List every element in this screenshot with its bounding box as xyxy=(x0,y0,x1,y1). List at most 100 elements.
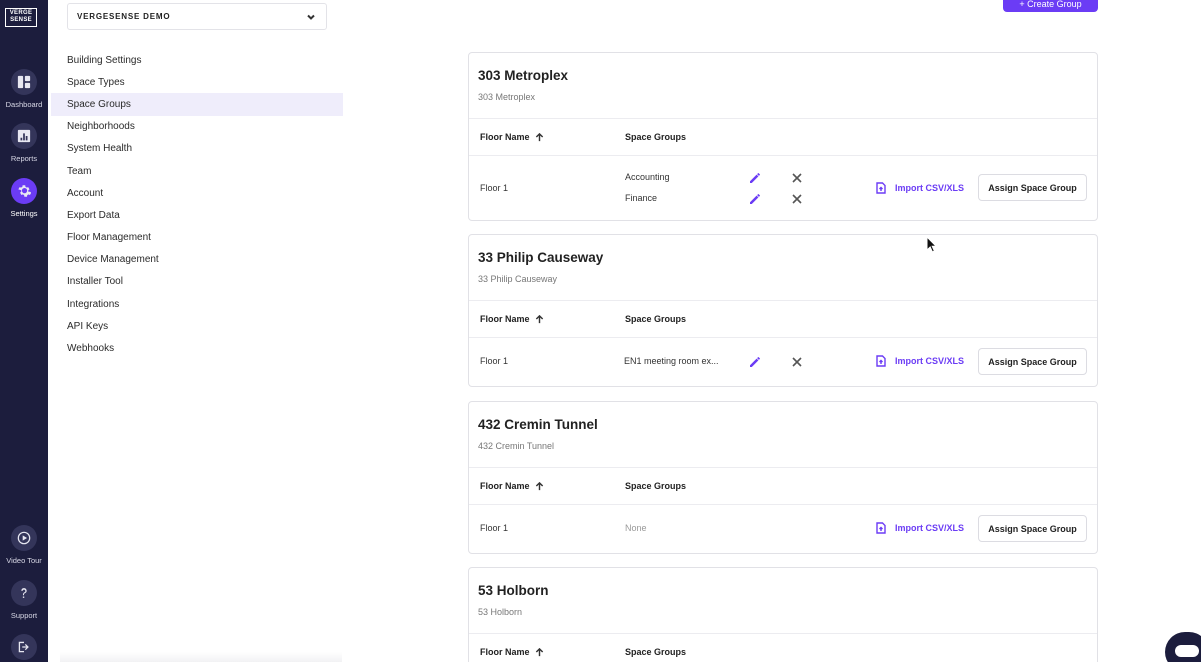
building-card: 303 Metroplex 303 Metroplex Floor Name S… xyxy=(468,52,1098,221)
floor-name: Floor 1 xyxy=(480,183,509,193)
arrow-up-icon xyxy=(535,132,543,141)
organization-name: VERGESENSE DEMO xyxy=(77,12,171,21)
floor-name-column-header[interactable]: Floor Name xyxy=(469,647,614,657)
remove-group-button[interactable] xyxy=(792,173,802,183)
nav-item-building-settings[interactable]: Building Settings xyxy=(51,49,343,71)
building-title: 303 Metroplex xyxy=(478,68,569,83)
rail-item-settings[interactable]: Settings xyxy=(0,178,48,218)
table-row: Floor 1 Accounting Finance Import CSV/XL… xyxy=(469,156,1097,220)
building-title: 432 Cremin Tunnel xyxy=(478,417,598,432)
rail-item-logout[interactable] xyxy=(0,634,48,660)
table-header: Floor Name Space Groups xyxy=(469,301,1097,338)
building-card: 432 Cremin Tunnel 432 Cremin Tunnel Floo… xyxy=(468,401,1098,554)
chevron-down-icon xyxy=(307,14,315,20)
rail-item-reports[interactable]: Reports xyxy=(0,123,48,163)
space-group-name: EN1 meeting room ex... xyxy=(624,356,719,366)
rail-label: Video Tour xyxy=(6,556,42,565)
building-title: 33 Philip Causeway xyxy=(478,250,604,265)
table-row: Floor 1 EN1 meeting room ex... Import CS… xyxy=(469,338,1097,386)
chat-widget-button[interactable] xyxy=(1165,632,1201,662)
building-subtitle: 53 Holborn xyxy=(478,607,523,617)
chat-icon xyxy=(1175,645,1199,657)
building-card: 33 Philip Causeway 33 Philip Causeway Fl… xyxy=(468,234,1098,387)
building-title: 53 Holborn xyxy=(478,583,549,598)
pencil-icon xyxy=(750,194,760,204)
table-header: Floor Name Space Groups xyxy=(469,634,1097,662)
settings-nav: Building Settings Space Types Space Grou… xyxy=(51,49,343,360)
play-icon xyxy=(17,531,31,545)
nav-item-device-management[interactable]: Device Management xyxy=(51,249,343,271)
building-subtitle: 303 Metroplex xyxy=(478,92,536,102)
edit-group-button[interactable] xyxy=(749,193,761,205)
building-subtitle: 432 Cremin Tunnel xyxy=(478,441,555,451)
floor-name-column-header[interactable]: Floor Name xyxy=(469,481,614,491)
floor-name: Floor 1 xyxy=(480,356,509,366)
floor-name-column-header[interactable]: Floor Name xyxy=(469,314,614,324)
building-card-header: 53 Holborn 53 Holborn xyxy=(469,568,1097,634)
arrow-up-icon xyxy=(535,647,543,656)
mouse-cursor-icon xyxy=(926,236,938,253)
nav-item-system-health[interactable]: System Health xyxy=(51,138,343,160)
rail-label: Dashboard xyxy=(5,100,43,109)
space-groups-column-header: Space Groups xyxy=(625,132,687,142)
nav-item-installer-tool[interactable]: Installer Tool xyxy=(51,271,343,293)
file-upload-icon xyxy=(876,522,886,534)
nav-item-integrations[interactable]: Integrations xyxy=(51,293,343,315)
create-group-button[interactable]: + Create Group xyxy=(1003,0,1098,12)
remove-group-button[interactable] xyxy=(792,194,802,204)
rail-label: Support xyxy=(10,611,38,620)
remove-group-button[interactable] xyxy=(792,357,802,367)
logout-icon xyxy=(18,641,29,653)
nav-item-export-data[interactable]: Export Data xyxy=(51,204,343,226)
organization-select[interactable]: VERGESENSE DEMO xyxy=(67,3,327,30)
edit-group-button[interactable] xyxy=(749,172,761,184)
table-row: Floor 1 None Import CSV/XLS Assign Space… xyxy=(469,505,1097,553)
space-group-name: Accounting xyxy=(625,172,670,182)
space-group-none: None xyxy=(625,523,647,533)
floor-name-column-header[interactable]: Floor Name xyxy=(469,132,614,142)
assign-space-group-button[interactable]: Assign Space Group xyxy=(978,348,1087,375)
arrow-up-icon xyxy=(535,314,543,323)
pencil-icon xyxy=(750,173,760,183)
space-groups-column-header: Space Groups xyxy=(625,481,687,491)
assign-space-group-button[interactable]: Assign Space Group xyxy=(978,515,1087,542)
assign-space-group-button[interactable]: Assign Space Group xyxy=(978,174,1087,201)
nav-item-space-types[interactable]: Space Types xyxy=(51,71,343,93)
left-rail: VERGE SENSE Dashboard Reports Settings V… xyxy=(0,0,48,662)
nav-item-team[interactable]: Team xyxy=(51,160,343,182)
space-groups-column-header: Space Groups xyxy=(625,314,687,324)
table-header: Floor Name Space Groups xyxy=(469,468,1097,505)
table-header: Floor Name Space Groups xyxy=(469,119,1097,156)
nav-item-floor-management[interactable]: Floor Management xyxy=(51,227,343,249)
space-group-name: Finance xyxy=(625,193,658,203)
rail-item-video-tour[interactable]: Video Tour xyxy=(0,525,48,565)
nav-item-neighborhoods[interactable]: Neighborhoods xyxy=(51,116,343,138)
building-subtitle: 33 Philip Causeway xyxy=(478,274,558,284)
rail-label: Reports xyxy=(10,154,38,163)
gear-icon xyxy=(18,185,31,197)
nav-item-webhooks[interactable]: Webhooks xyxy=(51,337,343,359)
building-card-header: 432 Cremin Tunnel 432 Cremin Tunnel xyxy=(469,402,1097,468)
vergesense-logo[interactable]: VERGE SENSE xyxy=(5,8,37,27)
dashboard-icon xyxy=(17,75,31,89)
close-icon xyxy=(792,194,802,204)
pencil-icon xyxy=(750,357,760,367)
nav-item-space-groups[interactable]: Space Groups xyxy=(51,93,343,116)
import-csv-button[interactable]: Import CSV/XLS xyxy=(876,355,964,367)
nav-item-account[interactable]: Account xyxy=(51,182,343,204)
rail-item-support[interactable]: Support xyxy=(0,580,48,620)
import-csv-button[interactable]: Import CSV/XLS xyxy=(876,182,964,194)
import-csv-button[interactable]: Import CSV/XLS xyxy=(876,522,964,534)
building-card: 53 Holborn 53 Holborn Floor Name Space G… xyxy=(468,567,1098,662)
nav-item-api-keys[interactable]: API Keys xyxy=(51,315,343,337)
file-upload-icon xyxy=(876,355,886,367)
close-icon xyxy=(792,357,802,367)
reports-icon xyxy=(17,129,31,143)
arrow-up-icon xyxy=(535,481,543,490)
edit-group-button[interactable] xyxy=(749,356,761,368)
rail-item-dashboard[interactable]: Dashboard xyxy=(0,69,48,109)
question-icon xyxy=(21,588,27,598)
building-card-header: 33 Philip Causeway 33 Philip Causeway xyxy=(469,235,1097,301)
space-groups-column-header: Space Groups xyxy=(625,647,687,657)
rail-label: Settings xyxy=(10,209,38,218)
